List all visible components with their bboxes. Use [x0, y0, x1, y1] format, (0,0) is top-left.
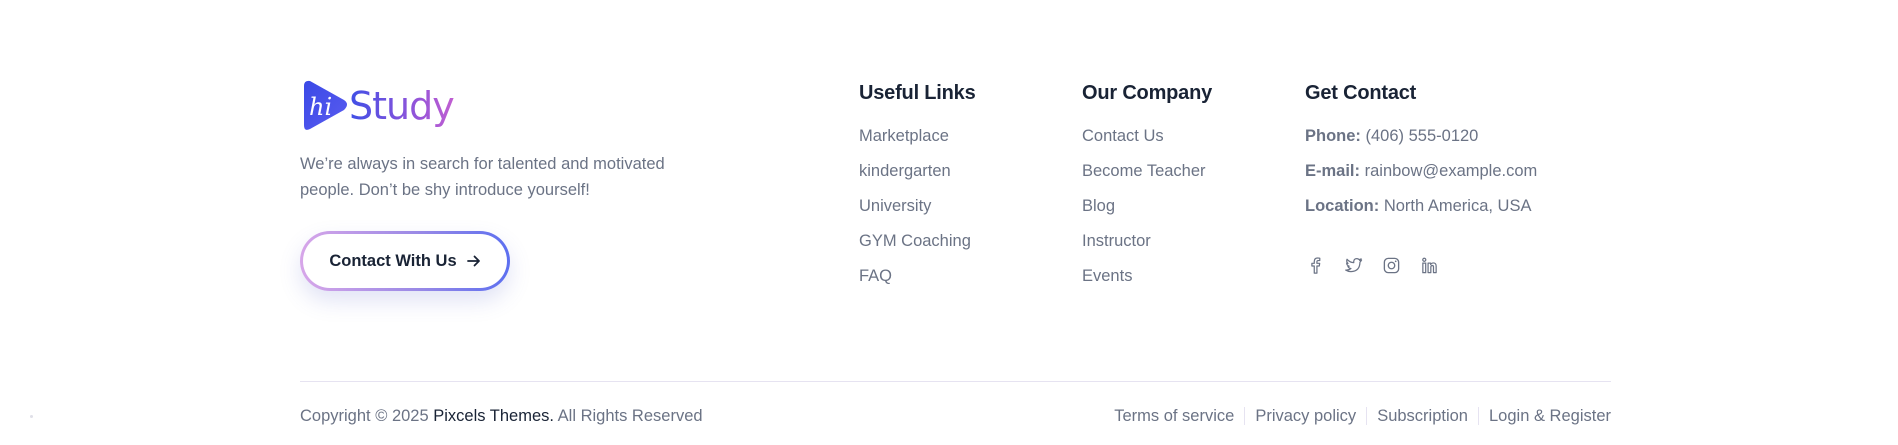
footer-divider — [300, 381, 1611, 382]
instagram-icon[interactable] — [1381, 255, 1401, 275]
link-become-teacher[interactable]: Become Teacher — [1082, 162, 1206, 180]
arrow-right-icon — [466, 255, 480, 267]
logo-play-icon: hi — [304, 80, 347, 130]
legal-links: Terms of service Privacy policy Subscrip… — [1114, 406, 1611, 426]
link-events[interactable]: Events — [1082, 267, 1132, 285]
copyright-rights: All Rights Reserved — [553, 407, 703, 425]
useful-links-heading: Useful Links — [859, 82, 976, 104]
decorative-dot — [30, 415, 33, 418]
legal-separator — [1478, 407, 1479, 425]
phone-label: Phone: — [1305, 127, 1361, 145]
legal-separator — [1244, 407, 1246, 425]
link-privacy-policy[interactable]: Privacy policy — [1255, 406, 1356, 426]
location-label: Location: — [1305, 197, 1380, 215]
logo-text: Study — [349, 80, 455, 132]
our-company-column: Our Company Contact Us Become Teacher Bl… — [1082, 80, 1212, 301]
link-instructor[interactable]: Instructor — [1082, 232, 1151, 250]
site-logo[interactable]: hi Study — [300, 80, 455, 132]
link-blog[interactable]: Blog — [1082, 197, 1115, 215]
copyright-text: Copyright © 2025 Pixcels Themes. All Rig… — [300, 406, 703, 426]
phone-value: (406) 555-0120 — [1365, 127, 1479, 145]
get-contact-column: Get Contact Phone: (406) 555-0120 E-mail… — [1305, 80, 1537, 231]
link-gym-coaching[interactable]: GYM Coaching — [859, 232, 971, 250]
contact-phone: Phone: (406) 555-0120 — [1305, 126, 1537, 161]
linkedin-icon[interactable] — [1419, 255, 1439, 275]
facebook-icon[interactable] — [1305, 255, 1325, 275]
contact-with-us-button[interactable]: Contact With Us — [300, 231, 510, 291]
link-contact-us[interactable]: Contact Us — [1082, 127, 1164, 145]
location-value: North America, USA — [1383, 197, 1532, 215]
footer-tagline: We’re always in search for talented and … — [300, 155, 665, 199]
link-marketplace[interactable]: Marketplace — [859, 127, 949, 145]
link-faq[interactable]: FAQ — [859, 267, 892, 285]
link-subscription[interactable]: Subscription — [1377, 406, 1468, 426]
contact-location: Location: North America, USA — [1305, 196, 1537, 231]
useful-links-column: Useful Links Marketplace kindergarten Un… — [859, 80, 976, 301]
link-terms-of-service[interactable]: Terms of service — [1114, 406, 1234, 426]
email-value: rainbow@example.com — [1364, 162, 1538, 180]
link-university[interactable]: University — [859, 197, 931, 215]
contact-email: E-mail: rainbow@example.com — [1305, 161, 1537, 196]
copyright-company-link[interactable]: Pixcels Themes. — [433, 407, 554, 425]
copyright-prefix: Copyright © 2025 — [300, 407, 434, 425]
twitter-icon[interactable] — [1343, 255, 1363, 275]
legal-separator — [1366, 407, 1368, 425]
social-links — [1305, 255, 1439, 275]
get-contact-heading: Get Contact — [1305, 82, 1417, 104]
svg-text:hi: hi — [309, 93, 332, 121]
link-kindergarten[interactable]: kindergarten — [859, 162, 951, 180]
email-label: E-mail: — [1305, 162, 1361, 180]
link-login-register[interactable]: Login & Register — [1489, 406, 1611, 426]
contact-with-us-label: Contact With Us — [329, 251, 457, 270]
our-company-heading: Our Company — [1082, 82, 1213, 104]
